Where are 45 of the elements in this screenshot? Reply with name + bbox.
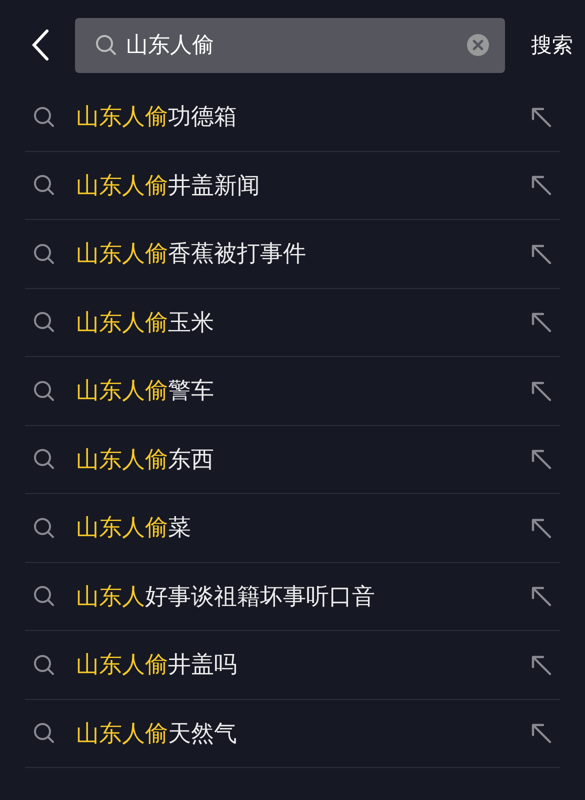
fill-arrow-icon[interactable] — [530, 380, 552, 402]
fill-arrow-icon[interactable] — [530, 106, 552, 128]
fill-arrow-icon[interactable] — [530, 311, 552, 334]
search-icon — [33, 380, 55, 402]
suggestion-text: 山东人偷警车 — [76, 377, 215, 406]
fill-arrow-icon[interactable] — [530, 654, 552, 676]
suggestion-item[interactable]: 山东人好事谈祖籍坏事听口音 — [25, 562, 560, 631]
search-bar[interactable]: 山东人偷 — [75, 18, 505, 72]
suggestion-item[interactable]: 山东人偷菜 — [25, 494, 560, 562]
search-icon — [33, 174, 55, 196]
suggestion-text: 山东人偷香蕉被打事件 — [76, 240, 307, 270]
search-icon — [33, 722, 55, 744]
fill-arrow-icon[interactable] — [530, 242, 552, 265]
fill-arrow-icon[interactable] — [530, 448, 552, 470]
suggestion-item[interactable]: 山东人偷井盖吗 — [25, 631, 560, 700]
fill-arrow-icon[interactable] — [530, 516, 552, 539]
search-icon — [33, 654, 55, 676]
suggestion-text: 山东人偷菜 — [76, 514, 192, 544]
suggestion-item[interactable]: 山东人偷天然气 — [25, 700, 560, 768]
suggestion-text: 山东人偷天然气 — [76, 720, 238, 749]
search-icon — [33, 448, 55, 470]
search-button[interactable]: 搜索 — [531, 31, 573, 59]
suggestion-item[interactable]: 山东人偷警车 — [25, 357, 560, 426]
search-icon — [33, 585, 55, 608]
search-icon — [33, 242, 55, 265]
fill-arrow-icon[interactable] — [530, 174, 552, 196]
suggestion-text: 山东人偷井盖新闻 — [76, 172, 261, 201]
suggestion-text: 山东人偷功德箱 — [76, 103, 238, 132]
search-icon — [33, 516, 55, 539]
suggestion-text: 山东人偷井盖吗 — [76, 651, 238, 680]
search-icon — [33, 311, 55, 334]
suggestion-text: 山东人偷玉米 — [76, 308, 215, 338]
search-icon — [95, 34, 117, 56]
suggestion-item[interactable]: 山东人偷香蕉被打事件 — [25, 220, 560, 288]
fill-arrow-icon[interactable] — [530, 722, 552, 744]
suggestion-text: 山东人偷东西 — [76, 446, 215, 475]
search-field[interactable]: 山东人偷 — [126, 32, 467, 58]
search-icon — [33, 106, 55, 128]
suggestion-item[interactable]: 山东人偷井盖新闻 — [25, 152, 560, 220]
clear-icon[interactable] — [467, 34, 489, 56]
suggestion-item[interactable]: 山东人偷东西 — [25, 426, 560, 494]
suggestion-item[interactable]: 山东人偷功德箱 — [25, 83, 560, 152]
fill-arrow-icon[interactable] — [530, 585, 552, 608]
suggestion-item[interactable]: 山东人偷玉米 — [25, 288, 560, 357]
suggestion-text: 山东人好事谈祖籍坏事听口音 — [76, 582, 376, 612]
